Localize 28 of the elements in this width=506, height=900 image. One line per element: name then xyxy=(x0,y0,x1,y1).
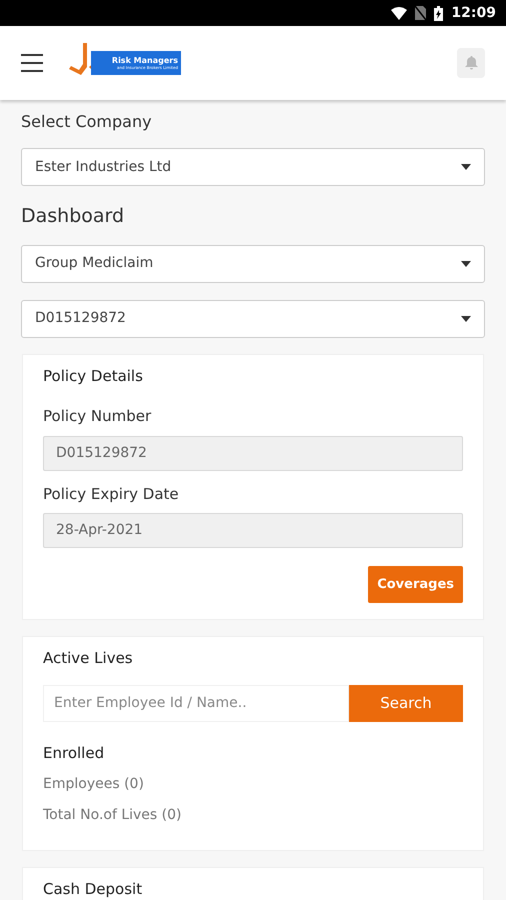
no-sim-icon xyxy=(415,6,426,20)
dropdown[interactable]: D015129872 xyxy=(21,300,485,338)
dropdown[interactable]: Group Mediclaim xyxy=(21,244,485,282)
bell-icon xyxy=(464,56,478,70)
search-button[interactable]: Search xyxy=(349,684,463,722)
wifi-icon xyxy=(391,6,408,20)
card-title: Cash Deposit xyxy=(43,879,144,900)
caret-icon xyxy=(461,260,471,266)
input-field[interactable]: D015129872 xyxy=(43,436,463,470)
stat-text: Employees (0) xyxy=(43,775,145,794)
dashboard-title: Dashboard xyxy=(21,204,126,229)
menu-icon[interactable] xyxy=(21,54,43,72)
caret-icon xyxy=(461,164,471,170)
field-label: Policy Number xyxy=(43,406,152,427)
coverages-button[interactable]: Coverages xyxy=(368,566,463,603)
card-title: Policy Details xyxy=(43,366,144,386)
search-field[interactable]: Enter Employee Id / Name.. xyxy=(43,684,349,722)
logo-title: Risk Managers xyxy=(112,56,178,64)
dropdown[interactable]: Ester Industries Ltd xyxy=(21,148,485,186)
stat-text: Total No.of Lives (0) xyxy=(43,806,182,825)
caret-icon xyxy=(461,316,471,322)
section-label: Select Company xyxy=(21,111,153,133)
section-title: Enrolled xyxy=(43,742,106,764)
card-title: Active Lives xyxy=(43,648,134,669)
input-field[interactable]: 28-Apr-2021 xyxy=(43,513,463,548)
battery-icon xyxy=(434,6,444,20)
field-label: Policy Expiry Date xyxy=(43,484,180,504)
clock: 12:09 xyxy=(451,4,496,22)
